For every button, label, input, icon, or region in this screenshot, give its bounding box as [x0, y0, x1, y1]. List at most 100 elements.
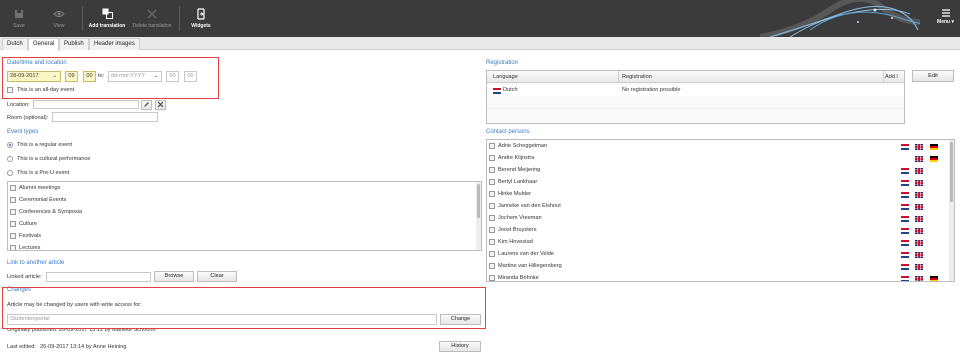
category-checkbox[interactable]	[10, 209, 16, 215]
radio-regular-label: This is a regular event	[17, 142, 73, 148]
contact-checkbox[interactable]	[489, 167, 495, 173]
list-item[interactable]: Andre Klijnstra	[487, 153, 954, 164]
menu-button[interactable]: Menu ▾	[937, 9, 954, 25]
room-input[interactable]	[52, 112, 158, 122]
event-types-heading: Event types	[7, 129, 39, 135]
list-item[interactable]: Ceremonial Events	[8, 195, 481, 206]
location-label: Location:	[7, 102, 30, 108]
list-item[interactable]: Janneke van den Elshout	[487, 201, 954, 212]
english-flag-icon	[915, 276, 923, 281]
dutch-flag-icon	[901, 168, 909, 174]
location-input[interactable]	[33, 100, 139, 109]
edit-location-button[interactable]	[141, 100, 152, 110]
tab-dutch[interactable]: Dutch	[2, 38, 28, 50]
list-item[interactable]: Martine van Hillegersberg	[487, 261, 954, 272]
dutch-flag-icon	[901, 216, 909, 222]
list-item[interactable]: Alumni meetings	[8, 183, 481, 194]
browse-button[interactable]: Browse	[154, 271, 194, 282]
registration-table: Language Registration Add l Dutch No reg…	[486, 70, 905, 124]
category-checkbox[interactable]	[10, 185, 16, 191]
english-flag-icon	[915, 216, 923, 222]
contact-checkbox[interactable]	[489, 203, 495, 209]
column-registration: Registration	[622, 74, 652, 80]
registration-heading: Registration	[486, 60, 519, 66]
list-item[interactable]: Jochem Vreeman	[487, 213, 954, 224]
changes-highlight	[2, 287, 486, 329]
contact-checkbox[interactable]	[489, 179, 495, 185]
list-item[interactable]: Conferences & Symposia	[8, 207, 481, 218]
delete-translation-button[interactable]: Delete translation	[129, 4, 175, 34]
save-button[interactable]: Save	[6, 4, 32, 34]
radio-regular-event[interactable]	[7, 142, 13, 148]
list-item[interactable]: Joost Bruysters	[487, 225, 954, 236]
save-icon	[6, 4, 32, 23]
contact-checkbox[interactable]	[489, 215, 495, 221]
category-checkbox[interactable]	[10, 221, 16, 227]
dutch-flag-icon	[901, 228, 909, 234]
list-item[interactable]: Berend Meijering	[487, 165, 954, 176]
widgets-icon	[186, 4, 216, 23]
contact-checkbox[interactable]	[489, 155, 495, 161]
pencil-icon	[144, 102, 149, 107]
categories-scrollbar[interactable]	[476, 182, 481, 250]
category-checkbox[interactable]	[10, 197, 16, 203]
tab-general[interactable]: General	[28, 38, 60, 51]
list-item[interactable]: Adrie Scheggetman	[487, 141, 954, 152]
room-label: Room (optional):	[7, 115, 49, 121]
widgets-button[interactable]: Widgets	[186, 4, 216, 34]
table-row[interactable]: Dutch No registration possible	[487, 85, 904, 96]
list-item[interactable]: Hinke Mulder	[487, 189, 954, 200]
list-item[interactable]: Festivals	[8, 231, 481, 242]
published-info: Originally published: 26-09-2017 13:12 b…	[7, 329, 156, 333]
contact-checkbox[interactable]	[489, 227, 495, 233]
column-language: Language	[493, 74, 518, 80]
history-button[interactable]: History	[439, 341, 481, 352]
contact-checkbox[interactable]	[489, 239, 495, 245]
list-item[interactable]: Miranda Böhnke	[487, 273, 954, 281]
category-checkbox[interactable]	[10, 245, 16, 250]
tab-bar: Dutch General Publish Header images	[0, 37, 960, 51]
table-header: Language Registration Add l	[487, 71, 904, 83]
header-decoration	[760, 0, 920, 37]
view-button[interactable]: View	[44, 4, 74, 34]
english-flag-icon	[915, 252, 923, 258]
clear-button[interactable]: Clear	[197, 271, 237, 282]
dutch-flag-icon	[493, 88, 501, 94]
contact-checkbox[interactable]	[489, 191, 495, 197]
list-item[interactable]: Laurens van der Velde	[487, 249, 954, 260]
event-categories-list: Alumni meetings Ceremonial Events Confer…	[7, 181, 482, 251]
german-flag-icon	[930, 156, 938, 162]
edited-label: Last edited:	[7, 344, 36, 350]
contact-checkbox[interactable]	[489, 275, 495, 281]
contact-checkbox[interactable]	[489, 251, 495, 257]
dutch-flag-icon	[901, 204, 909, 210]
german-flag-icon	[930, 276, 938, 281]
contact-checkbox[interactable]	[489, 143, 495, 149]
english-flag-icon	[915, 156, 923, 162]
radio-cultural-label: This is a cultural performance	[17, 156, 91, 162]
edit-registration-button[interactable]: Edit	[912, 70, 954, 82]
column-add: Add l	[885, 74, 898, 80]
radio-cultural-performance[interactable]	[7, 156, 13, 162]
dutch-flag-icon	[901, 264, 909, 270]
list-item[interactable]: Lectures	[8, 243, 481, 250]
tab-publish[interactable]: Publish	[59, 38, 89, 50]
linked-article-label: Linked article:	[7, 274, 42, 280]
english-flag-icon	[915, 192, 923, 198]
toolbar: Save View Add translation Delete transla…	[0, 0, 960, 37]
english-flag-icon	[915, 240, 923, 246]
tab-header-images[interactable]: Header images	[89, 38, 140, 50]
list-item[interactable]: Bertyl Lankhaar	[487, 177, 954, 188]
list-item[interactable]: Culture	[8, 219, 481, 230]
list-item[interactable]: Kim Hovestad	[487, 237, 954, 248]
hamburger-icon	[941, 9, 950, 17]
clear-location-button[interactable]	[155, 100, 166, 110]
category-checkbox[interactable]	[10, 233, 16, 239]
radio-pre-u-event[interactable]	[7, 170, 13, 176]
linked-article-input[interactable]	[46, 272, 151, 282]
contacts-scrollbar[interactable]	[949, 140, 954, 281]
add-translation-button[interactable]: Add translation	[85, 4, 129, 34]
contacts-list: Adrie Scheggetman Andre Klijnstra Berend…	[486, 139, 955, 282]
datetime-highlight	[2, 57, 219, 99]
contact-checkbox[interactable]	[489, 263, 495, 269]
